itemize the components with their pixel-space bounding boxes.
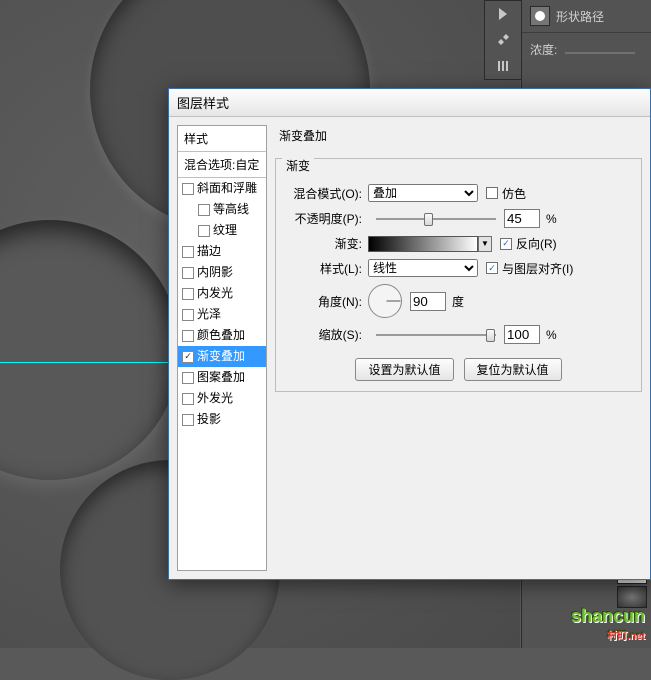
style-item[interactable]: 光泽 bbox=[178, 304, 266, 325]
style-item[interactable]: 颜色叠加 bbox=[178, 325, 266, 346]
style-item[interactable]: 纹理 bbox=[178, 220, 266, 241]
scale-label: 缩放(S): bbox=[286, 326, 368, 343]
shape-path-row[interactable]: 形状路径 bbox=[522, 0, 651, 33]
percent-label: % bbox=[546, 212, 557, 226]
shape-swatch bbox=[530, 6, 550, 26]
opacity-label: 不透明度(P): bbox=[286, 210, 368, 227]
canvas-shape bbox=[0, 220, 180, 480]
style-select[interactable]: 线性 bbox=[368, 259, 478, 277]
style-item-label: 渐变叠加 bbox=[197, 349, 245, 364]
gradient-group: 渐变 混合模式(O): 叠加 仿色 不透明度(P): % 渐变: bbox=[275, 158, 642, 392]
shape-path-label: 形状路径 bbox=[556, 8, 604, 25]
style-item-label: 描边 bbox=[197, 244, 221, 259]
style-item-label: 投影 bbox=[197, 412, 221, 427]
align-checkbox[interactable]: 与图层对齐(I) bbox=[486, 260, 573, 277]
blend-options-header[interactable]: 混合选项:自定 bbox=[178, 152, 266, 178]
depth-row: 浓度: bbox=[522, 33, 651, 66]
angle-unit: 度 bbox=[452, 293, 464, 310]
dialog-title: 图层样式 bbox=[177, 93, 229, 112]
checkbox-icon bbox=[486, 187, 498, 199]
angle-dial[interactable] bbox=[368, 284, 402, 318]
play-icon[interactable] bbox=[485, 1, 521, 27]
angle-input[interactable] bbox=[410, 292, 446, 311]
scale-input[interactable] bbox=[504, 325, 540, 344]
adjust-icon[interactable] bbox=[485, 53, 521, 79]
checkbox-icon[interactable] bbox=[182, 351, 194, 363]
style-item-label: 内发光 bbox=[197, 286, 233, 301]
scale-slider[interactable] bbox=[376, 334, 496, 336]
checkbox-icon[interactable] bbox=[182, 330, 194, 342]
style-label: 样式(L): bbox=[286, 260, 368, 277]
panel-toolbar bbox=[484, 0, 522, 80]
checkbox-icon[interactable] bbox=[182, 309, 194, 321]
checkbox-icon[interactable] bbox=[182, 246, 194, 258]
percent-label: % bbox=[546, 328, 557, 342]
align-label: 与图层对齐(I) bbox=[502, 260, 573, 277]
checkbox-icon[interactable] bbox=[182, 288, 194, 300]
settings-panel: 渐变叠加 渐变 混合模式(O): 叠加 仿色 不透明度(P): % bbox=[275, 125, 642, 571]
style-item-label: 颜色叠加 bbox=[197, 328, 245, 343]
style-item[interactable]: 等高线 bbox=[178, 199, 266, 220]
style-item[interactable]: 外发光 bbox=[178, 388, 266, 409]
checkbox-icon bbox=[486, 262, 498, 274]
dialog-titlebar[interactable]: 图层样式 bbox=[169, 89, 650, 117]
reverse-label: 反向(R) bbox=[516, 235, 557, 252]
section-title: 渐变叠加 bbox=[279, 127, 642, 144]
opacity-slider[interactable] bbox=[376, 218, 496, 220]
style-item-label: 图案叠加 bbox=[197, 370, 245, 385]
checkbox-icon[interactable] bbox=[198, 204, 210, 216]
depth-label: 浓度: bbox=[530, 43, 557, 57]
reset-default-button[interactable]: 复位为默认值 bbox=[464, 358, 562, 381]
checkbox-icon[interactable] bbox=[182, 183, 194, 195]
checkbox-icon[interactable] bbox=[182, 372, 194, 384]
style-item-label: 等高线 bbox=[213, 202, 249, 217]
blend-mode-select[interactable]: 叠加 bbox=[368, 184, 478, 202]
style-item[interactable]: 渐变叠加 bbox=[178, 346, 266, 367]
set-default-button[interactable]: 设置为默认值 bbox=[355, 358, 453, 381]
style-item-label: 纹理 bbox=[213, 223, 237, 238]
checkbox-icon[interactable] bbox=[198, 225, 210, 237]
dither-checkbox[interactable]: 仿色 bbox=[486, 185, 526, 202]
depth-slider[interactable] bbox=[565, 52, 635, 54]
checkbox-icon[interactable] bbox=[182, 414, 194, 426]
style-item[interactable]: 内阴影 bbox=[178, 262, 266, 283]
opacity-input[interactable] bbox=[504, 209, 540, 228]
thumb[interactable] bbox=[617, 586, 647, 608]
watermark: shancun 村町.net bbox=[571, 606, 645, 642]
style-item[interactable]: 描边 bbox=[178, 241, 266, 262]
style-item-label: 外发光 bbox=[197, 391, 233, 406]
style-item-label: 斜面和浮雕 bbox=[197, 181, 257, 196]
styles-list: 样式 混合选项:自定 斜面和浮雕等高线纹理描边内阴影内发光光泽颜色叠加渐变叠加图… bbox=[177, 125, 267, 571]
styles-header[interactable]: 样式 bbox=[178, 126, 266, 152]
angle-label: 角度(N): bbox=[286, 293, 368, 310]
checkbox-icon bbox=[500, 238, 512, 250]
checkbox-icon[interactable] bbox=[182, 393, 194, 405]
style-item[interactable]: 图案叠加 bbox=[178, 367, 266, 388]
group-title: 渐变 bbox=[282, 157, 314, 174]
blend-mode-label: 混合模式(O): bbox=[286, 185, 368, 202]
checkbox-icon[interactable] bbox=[182, 267, 194, 279]
layer-style-dialog: 图层样式 样式 混合选项:自定 斜面和浮雕等高线纹理描边内阴影内发光光泽颜色叠加… bbox=[168, 88, 651, 580]
brush-icon[interactable] bbox=[485, 27, 521, 53]
gradient-preview[interactable] bbox=[368, 236, 478, 252]
dither-label: 仿色 bbox=[502, 185, 526, 202]
style-item[interactable]: 斜面和浮雕 bbox=[178, 178, 266, 199]
style-item-label: 光泽 bbox=[197, 307, 221, 322]
gradient-label: 渐变: bbox=[286, 235, 368, 252]
gradient-dropdown[interactable]: ▼ bbox=[478, 236, 492, 252]
reverse-checkbox[interactable]: 反向(R) bbox=[500, 235, 557, 252]
style-item[interactable]: 投影 bbox=[178, 409, 266, 430]
style-item[interactable]: 内发光 bbox=[178, 283, 266, 304]
style-item-label: 内阴影 bbox=[197, 265, 233, 280]
